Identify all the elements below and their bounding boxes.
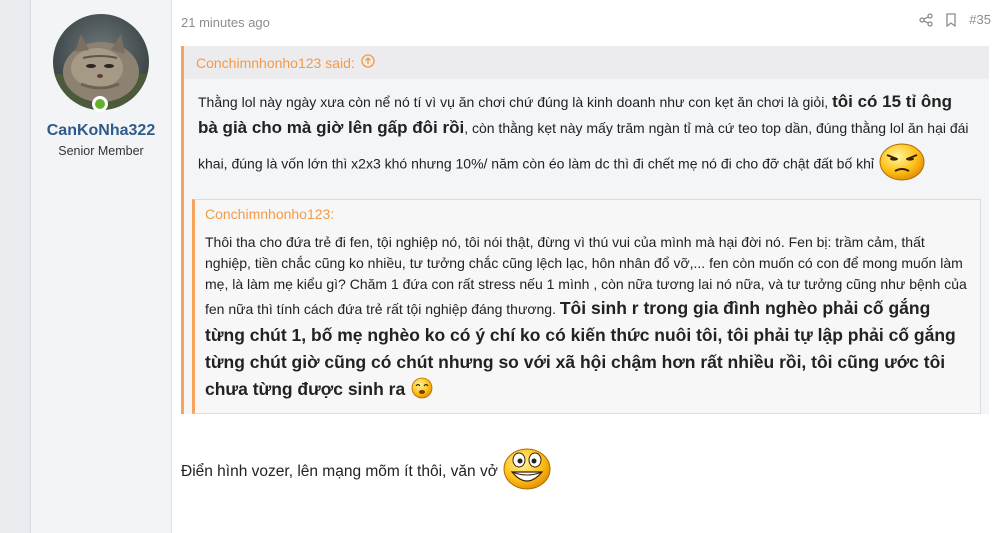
reply-text: Điển hình vozer, lên mạng mõm ít thôi, v… <box>181 462 498 480</box>
sweat-smiley-icon <box>409 377 435 405</box>
quote-text: Thằng lol này ngày xưa còn nể nó tí vì v… <box>184 79 989 199</box>
laughing-smiley-icon <box>502 446 552 497</box>
post-timestamp[interactable]: 21 minutes ago <box>181 15 270 30</box>
forum-post: CanKoNha322 Senior Member 21 minutes ago… <box>30 0 1000 533</box>
arrow-up-circle-icon[interactable] <box>361 54 375 71</box>
quote-author[interactable]: Conchimnhonho123 said: <box>196 55 355 71</box>
user-title: Senior Member <box>58 144 144 158</box>
quote-header: Conchimnhonho123 said: <box>184 46 989 79</box>
share-icon[interactable] <box>919 12 933 27</box>
annoyed-smiley-icon <box>878 141 926 189</box>
nested-quote-block: Conchimnhonho123: Thôi tha cho đứa trẻ đ… <box>192 199 981 415</box>
nested-quote-text: Thôi tha cho đứa trẻ đi fen, tội nghiệp … <box>195 228 980 413</box>
nested-quote-author[interactable]: Conchimnhonho123: <box>205 206 334 222</box>
post-number[interactable]: #35 <box>969 12 991 27</box>
post-actions: #35 <box>919 12 991 27</box>
quote-block: Conchimnhonho123 said: Thằng lol này ngà… <box>181 46 989 415</box>
online-status-icon <box>92 96 108 112</box>
nested-quote-header: Conchimnhonho123: <box>195 200 980 228</box>
quote-text-part: Thằng lol này ngày xưa còn nể nó tí vì v… <box>198 94 833 110</box>
bookmark-icon[interactable] <box>945 12 957 27</box>
username[interactable]: CanKoNha322 <box>31 122 171 140</box>
user-sidebar: CanKoNha322 Senior Member <box>31 0 172 533</box>
reply-text-row: Điển hình vozer, lên mạng mõm ít thôi, v… <box>181 446 989 497</box>
post-content: Conchimnhonho123 said: Thằng lol này ngà… <box>181 46 989 497</box>
